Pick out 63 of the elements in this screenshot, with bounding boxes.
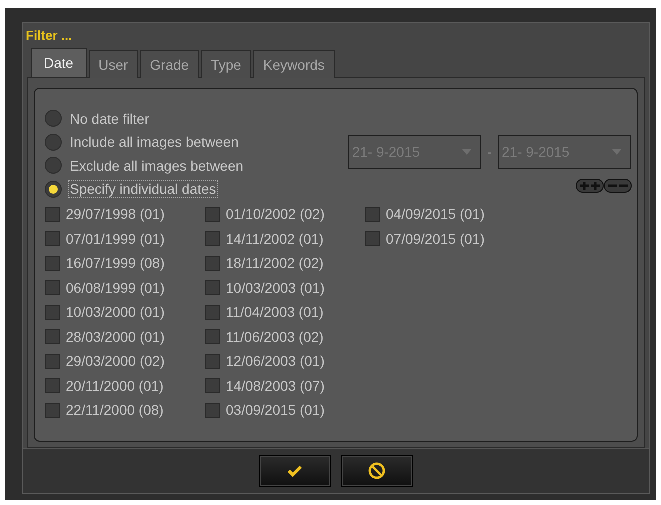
checkbox[interactable] <box>205 231 220 246</box>
date-label: 11/06/2003 (02) <box>226 328 324 345</box>
date-label: 07/01/1999 (01) <box>66 230 165 247</box>
date-label: 06/08/1999 (01) <box>66 280 165 296</box>
date-label: 28/03/2000 (01) <box>66 328 165 345</box>
checkbox[interactable] <box>205 206 220 222</box>
radio-button[interactable] <box>45 180 62 198</box>
date-label: 04/09/2015 (01) <box>386 206 485 222</box>
date-label: 01/10/2002 (02) <box>226 206 325 222</box>
plus-button[interactable] <box>576 179 604 193</box>
date-label: 14/08/2003 (07) <box>226 378 325 394</box>
tab[interactable]: Date <box>31 48 87 77</box>
radio-label: No date filter <box>69 110 150 128</box>
radio-label: Exclude all images between <box>69 156 245 175</box>
date-label: 10/03/2000 (01) <box>66 304 165 320</box>
radio-button[interactable] <box>45 110 62 128</box>
date-label: 22/11/2000 (08) <box>66 402 164 418</box>
tab[interactable]: Grade <box>140 50 200 78</box>
checkbox[interactable] <box>45 206 60 222</box>
date-label: 20/11/2000 (01) <box>66 378 164 394</box>
cancel-icon <box>368 462 386 480</box>
checkbox[interactable] <box>45 280 60 296</box>
date-label: 03/09/2015 (01) <box>226 402 325 418</box>
checkbox[interactable] <box>45 304 60 320</box>
radio-button[interactable] <box>45 157 62 174</box>
checkbox[interactable] <box>365 231 380 246</box>
date-label: 10/03/2003 (01) <box>226 280 325 296</box>
date-label: 29/03/2000 (02) <box>66 353 165 370</box>
checkbox[interactable] <box>45 231 60 246</box>
cancel-button[interactable] <box>342 456 412 486</box>
tab[interactable]: Keywords <box>253 50 335 78</box>
date-label: 29/07/1998 (01) <box>66 206 165 222</box>
radio-button[interactable] <box>45 134 62 151</box>
ok-button[interactable] <box>260 456 330 486</box>
minus-button[interactable] <box>604 179 632 193</box>
caret-icon <box>612 149 622 155</box>
radio-label: Include all images between <box>69 133 240 152</box>
date-label: 16/07/1999 (08) <box>66 255 165 272</box>
range-separator: - <box>487 144 492 160</box>
checkbox[interactable] <box>205 304 220 320</box>
checkbox[interactable] <box>45 329 60 344</box>
checkbox[interactable] <box>205 280 220 296</box>
window-title: Filter ... <box>25 27 74 44</box>
checkbox[interactable] <box>205 256 220 271</box>
checkbox[interactable] <box>45 378 60 394</box>
date-label: 14/11/2002 (01) <box>226 230 324 247</box>
checkbox[interactable] <box>45 402 60 418</box>
date-label: 07/09/2015 (01) <box>386 230 485 247</box>
checkbox[interactable] <box>205 378 220 394</box>
tab[interactable]: User <box>88 50 138 78</box>
tab[interactable]: Type <box>201 50 252 78</box>
checkbox[interactable] <box>45 256 60 271</box>
date-label: 18/11/2002 (02) <box>226 255 324 272</box>
checkbox[interactable] <box>205 402 220 418</box>
checkbox[interactable] <box>45 354 60 369</box>
date-label: 11/04/2003 (01) <box>226 304 324 320</box>
caret-icon <box>462 149 472 155</box>
checkmark-icon <box>287 465 303 477</box>
checkbox[interactable] <box>365 206 380 222</box>
checkbox[interactable] <box>205 329 220 344</box>
date-label: 12/06/2003 (01) <box>226 353 325 370</box>
checkbox[interactable] <box>205 354 220 369</box>
radio-label: Specify individual dates <box>68 180 218 198</box>
